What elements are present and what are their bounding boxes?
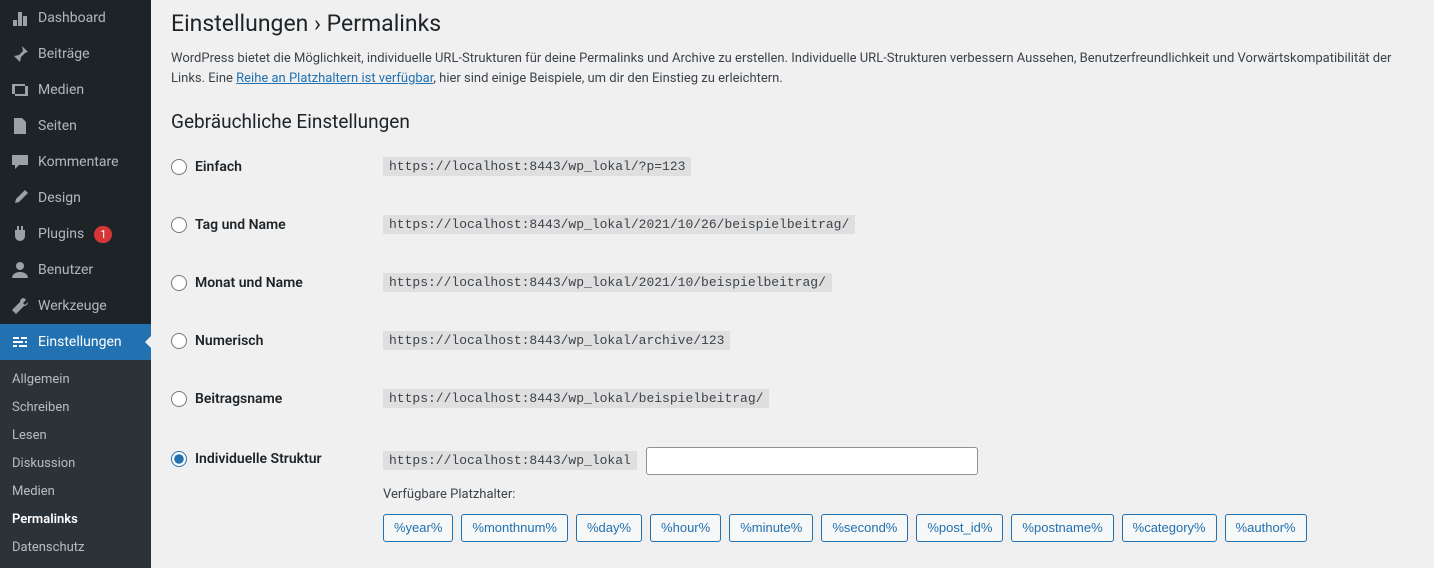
placeholder-tag-list: %year% %monthnum% %day% %hour% %minute% …: [383, 514, 1414, 542]
sidebar-item-label: Einstellungen: [38, 333, 122, 351]
sidebar-item-pages[interactable]: Seiten: [0, 108, 151, 144]
settings-submenu: Allgemein Schreiben Lesen Diskussion Med…: [0, 360, 151, 568]
sidebar-item-plugins[interactable]: Plugins 1: [0, 216, 151, 252]
media-icon: [10, 80, 30, 100]
sidebar-item-label: Dashboard: [38, 9, 106, 27]
option-row-numeric: Numerisch https://localhost:8443/wp_loka…: [171, 329, 1414, 387]
sidebar-item-label: Kommentare: [38, 153, 119, 171]
option-url-plain: https://localhost:8443/wp_lokal/?p=123: [383, 157, 691, 176]
placeholder-tag-minute[interactable]: %minute%: [729, 514, 813, 542]
plug-icon: [10, 224, 30, 244]
radio-monthname[interactable]: [171, 275, 187, 291]
sliders-icon: [10, 332, 30, 352]
wrench-icon: [10, 296, 30, 316]
comments-icon: [10, 152, 30, 172]
option-row-plain: Einfach https://localhost:8443/wp_lokal/…: [171, 155, 1414, 213]
sidebar-item-label: Design: [38, 189, 81, 207]
admin-sidebar: Dashboard Beiträge Medien Seiten Komment…: [0, 0, 151, 567]
placeholder-tag-hour[interactable]: %hour%: [650, 514, 721, 542]
option-label-monthname: Monat und Name: [195, 275, 303, 291]
sidebar-item-users[interactable]: Benutzer: [0, 252, 151, 288]
main-content: Einstellungen › Permalinks WordPress bie…: [151, 0, 1434, 567]
sidebar-item-settings-wrap: Einstellungen: [0, 324, 151, 360]
placeholder-tag-category[interactable]: %category%: [1122, 514, 1217, 542]
placeholder-tag-second[interactable]: %second%: [821, 514, 908, 542]
placeholder-tag-post-id[interactable]: %post_id%: [916, 514, 1003, 542]
radio-numeric[interactable]: [171, 333, 187, 349]
radio-postname[interactable]: [171, 391, 187, 407]
brush-icon: [10, 188, 30, 208]
placeholder-tag-postname[interactable]: %postname%: [1011, 514, 1113, 542]
sidebar-item-label: Werkzeuge: [38, 297, 107, 315]
sidebar-item-comments[interactable]: Kommentare: [0, 144, 151, 180]
sidebar-item-design[interactable]: Design: [0, 180, 151, 216]
available-placeholders-label: Verfügbare Platzhalter:: [383, 487, 1414, 502]
radio-dayname[interactable]: [171, 217, 187, 233]
option-url-postname: https://localhost:8443/wp_lokal/beispiel…: [383, 389, 769, 408]
sidebar-item-media[interactable]: Medien: [0, 72, 151, 108]
pages-icon: [10, 116, 30, 136]
sidebar-item-label: Medien: [38, 81, 84, 99]
option-row-postname: Beitragsname https://localhost:8443/wp_l…: [171, 387, 1414, 445]
dashboard-icon: [10, 8, 30, 28]
option-url-dayname: https://localhost:8443/wp_lokal/2021/10/…: [383, 215, 855, 234]
sidebar-item-settings[interactable]: Einstellungen: [0, 324, 151, 360]
placeholder-docs-link[interactable]: Reihe an Platzhaltern ist verfügbar: [236, 71, 433, 86]
submenu-item-privacy[interactable]: Datenschutz: [0, 534, 151, 562]
option-row-dayname: Tag und Name https://localhost:8443/wp_l…: [171, 213, 1414, 271]
radio-plain[interactable]: [171, 159, 187, 175]
placeholder-tag-author[interactable]: %author%: [1225, 514, 1307, 542]
sidebar-item-label: Beiträge: [38, 45, 90, 63]
sidebar-item-posts[interactable]: Beiträge: [0, 36, 151, 72]
submenu-item-media[interactable]: Medien: [0, 478, 151, 506]
submenu-item-reading[interactable]: Lesen: [0, 422, 151, 450]
custom-structure-input[interactable]: [646, 447, 978, 475]
option-label-dayname: Tag und Name: [195, 217, 286, 233]
section-heading-common: Gebräuchliche Einstellungen: [171, 110, 1414, 133]
pin-icon: [10, 44, 30, 64]
option-label-numeric: Numerisch: [195, 333, 263, 349]
user-icon: [10, 260, 30, 280]
submenu-item-discussion[interactable]: Diskussion: [0, 450, 151, 478]
submenu-item-permalinks[interactable]: Permalinks: [0, 506, 151, 534]
radio-custom[interactable]: [171, 451, 187, 467]
option-row-custom: Individuelle Struktur https://localhost:…: [171, 445, 1414, 542]
sidebar-item-dashboard[interactable]: Dashboard: [0, 0, 151, 36]
option-label-postname: Beitragsname: [195, 391, 282, 407]
option-label-custom: Individuelle Struktur: [195, 451, 322, 467]
intro-text-2: , hier sind einige Beispiele, um dir den…: [433, 71, 782, 86]
intro-paragraph: WordPress bietet die Möglichkeit, indivi…: [171, 49, 1414, 88]
sidebar-item-label: Plugins: [38, 225, 84, 243]
option-label-plain: Einfach: [195, 159, 242, 175]
option-row-monthname: Monat und Name https://localhost:8443/wp…: [171, 271, 1414, 329]
page-title: Einstellungen › Permalinks: [171, 10, 1414, 37]
sidebar-item-label: Seiten: [38, 117, 77, 135]
custom-structure-prefix: https://localhost:8443/wp_lokal: [383, 451, 637, 470]
submenu-item-writing[interactable]: Schreiben: [0, 394, 151, 422]
placeholder-tag-year[interactable]: %year%: [383, 514, 453, 542]
option-url-monthname: https://localhost:8443/wp_lokal/2021/10/…: [383, 273, 832, 292]
placeholder-tag-monthnum[interactable]: %monthnum%: [461, 514, 568, 542]
placeholder-tag-day[interactable]: %day%: [576, 514, 642, 542]
plugins-update-count: 1: [94, 226, 112, 243]
option-url-numeric: https://localhost:8443/wp_lokal/archive/…: [383, 331, 730, 350]
sidebar-item-label: Benutzer: [38, 261, 93, 279]
submenu-item-general[interactable]: Allgemein: [0, 366, 151, 394]
sidebar-item-tools[interactable]: Werkzeuge: [0, 288, 151, 324]
